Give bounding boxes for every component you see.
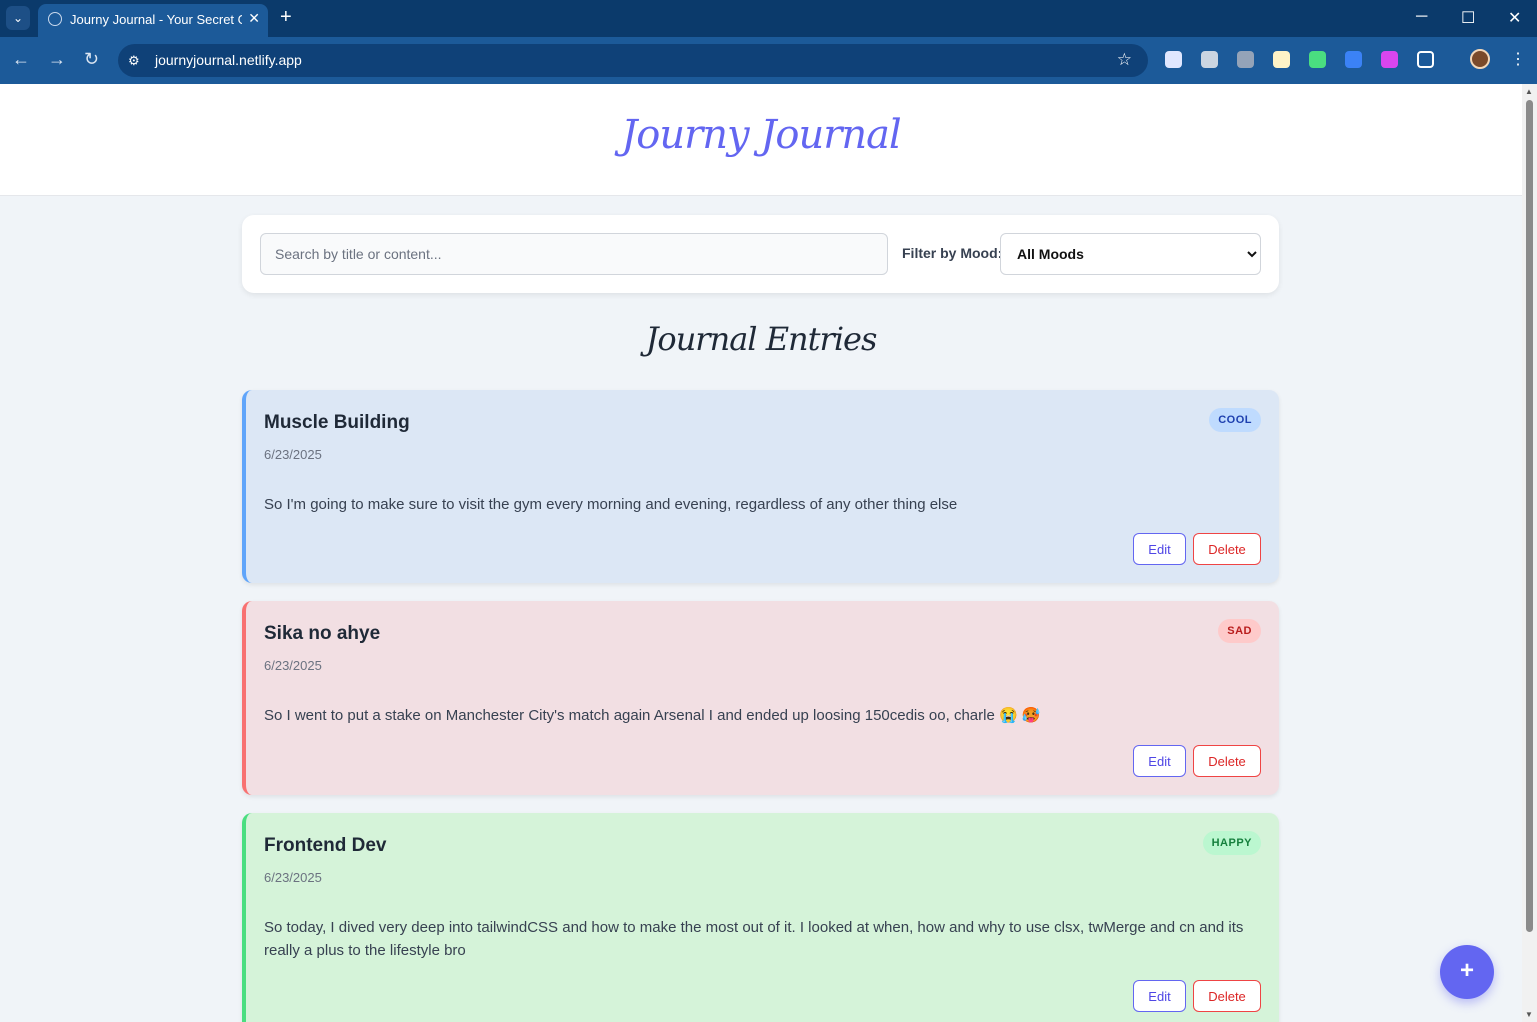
app-header: Journy Journal: [0, 84, 1522, 196]
browser-toolbar: ← → ↻ ⚙ journyjournal.netlify.app ☆ ⋮: [0, 37, 1537, 84]
camera-icon[interactable]: [1201, 51, 1218, 68]
add-entry-button[interactable]: +: [1440, 945, 1494, 999]
mood-filter-select[interactable]: All Moods: [1000, 233, 1261, 275]
mood-filter-label: Filter by Mood:: [902, 245, 1003, 261]
tab-close-button[interactable]: ✕: [248, 10, 260, 27]
browser-tab[interactable]: Journy Journal - Your Secret Go ✕: [38, 4, 268, 37]
entry-title: Frontend Dev: [264, 835, 387, 856]
forward-button[interactable]: →: [48, 49, 66, 70]
filter-card: Filter by Mood: All Moods: [242, 215, 1279, 293]
mood-badge: SAD: [1218, 619, 1261, 643]
entry-content: So I went to put a stake on Manchester C…: [264, 707, 1041, 724]
delete-button[interactable]: Delete: [1193, 745, 1261, 777]
entry-title: Sika no ahye: [264, 623, 381, 644]
entry-content: So today, I dived very deep into tailwin…: [264, 919, 1244, 959]
delete-button[interactable]: Delete: [1193, 980, 1261, 1012]
new-tab-button[interactable]: +: [280, 6, 292, 29]
tab-search-button[interactable]: ⌄: [6, 6, 30, 30]
delete-button[interactable]: Delete: [1193, 533, 1261, 565]
mood-badge: HAPPY: [1202, 831, 1261, 855]
pink-app-icon[interactable]: [1381, 51, 1398, 68]
eyedropper-icon[interactable]: [1165, 51, 1182, 68]
figure-icon[interactable]: [1237, 51, 1254, 68]
sheet-icon[interactable]: [1273, 51, 1290, 68]
profile-avatar[interactable]: [1470, 49, 1490, 69]
reload-button[interactable]: ↻: [84, 49, 99, 70]
minimize-button[interactable]: ─: [1416, 8, 1427, 26]
url-text[interactable]: journyjournal.netlify.app: [155, 52, 302, 68]
browser-tab-bar: ⌄ Journy Journal - Your Secret Go ✕ + ─ …: [0, 0, 1537, 37]
maximize-button[interactable]: ☐: [1461, 8, 1475, 28]
section-title: Journal Entries: [645, 320, 878, 358]
scroll-up-arrow-icon[interactable]: ▲: [1525, 87, 1533, 96]
scrollbar-thumb[interactable]: [1526, 100, 1533, 932]
globe-icon: [48, 12, 62, 26]
page-scrollbar[interactable]: ▲ ▼: [1522, 84, 1537, 1022]
entry-title: Muscle Building: [264, 412, 410, 433]
mood-badge: COOL: [1209, 408, 1261, 432]
address-bar[interactable]: ⚙ journyjournal.netlify.app ☆: [118, 44, 1148, 77]
edit-button[interactable]: Edit: [1133, 980, 1186, 1012]
scroll-down-arrow-icon[interactable]: ▼: [1525, 1010, 1533, 1019]
page-viewport: Journy Journal Filter by Mood: All Moods…: [0, 84, 1522, 1022]
entry-date: 6/23/2025: [264, 870, 322, 885]
back-button[interactable]: ←: [12, 49, 30, 70]
edit-button[interactable]: Edit: [1133, 533, 1186, 565]
entry-date: 6/23/2025: [264, 658, 322, 673]
tab-title: Journy Journal - Your Secret Go: [70, 12, 242, 27]
journal-entry-card: Sika no ahye 6/23/2025 So I went to put …: [242, 601, 1279, 795]
close-window-button[interactable]: ✕: [1508, 8, 1521, 28]
journal-entry-card: Muscle Building 6/23/2025 So I'm going t…: [242, 390, 1279, 583]
site-settings-icon[interactable]: ⚙: [128, 53, 140, 69]
edit-button[interactable]: Edit: [1133, 745, 1186, 777]
entry-date: 6/23/2025: [264, 447, 322, 462]
search-input[interactable]: [260, 233, 888, 275]
globe-check-icon[interactable]: [1309, 51, 1326, 68]
app-logo[interactable]: Journy Journal: [0, 112, 1522, 158]
puzzle-icon[interactable]: [1417, 51, 1434, 68]
journal-entry-card: Frontend Dev 6/23/2025 So today, I dived…: [242, 813, 1279, 1022]
browser-menu-icon[interactable]: ⋮: [1510, 49, 1526, 69]
translate-icon[interactable]: [1345, 51, 1362, 68]
entry-content: So I'm going to make sure to visit the g…: [264, 496, 958, 513]
bookmark-star-icon[interactable]: ☆: [1117, 50, 1132, 70]
